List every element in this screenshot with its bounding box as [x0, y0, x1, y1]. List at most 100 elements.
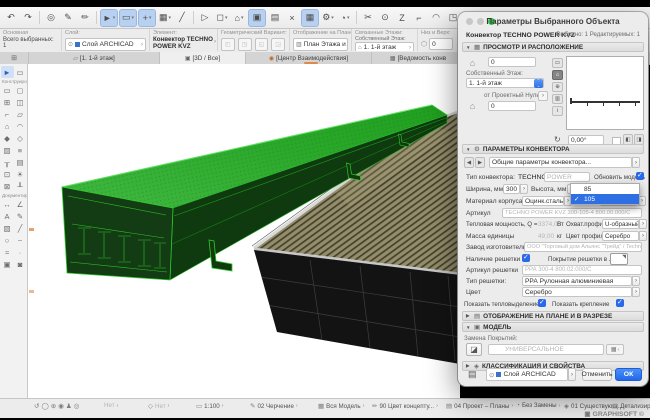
dialog-layer-combo[interactable]: ⊙ Слой ARCHICAD: [486, 368, 568, 381]
column-tool[interactable]: ◫: [14, 96, 27, 108]
move-tool-icon[interactable]: +: [138, 9, 156, 27]
preview-elevation-icon[interactable]: ⌂: [552, 70, 563, 80]
tab-schedule[interactable]: ▦ [Ведомость конв: [372, 52, 464, 64]
column-end-tool[interactable]: ╨: [14, 180, 27, 192]
grid-icon[interactable]: ▦: [301, 9, 319, 27]
point-tool[interactable]: ·: [14, 246, 27, 258]
door-tool[interactable]: ◻: [14, 84, 27, 96]
polyline-tool[interactable]: ~: [14, 234, 27, 246]
height-option-105[interactable]: ✓ 105: [571, 194, 639, 204]
grille-coating-material-button[interactable]: ◥: [610, 253, 628, 265]
floor-plan-display-combo[interactable]: ▥ План Этажа и Разрез...: [293, 38, 348, 51]
statusbar-item-renovation[interactable]: Нет›: [104, 402, 118, 409]
ok-button[interactable]: ОК: [615, 368, 642, 381]
surface-override-field[interactable]: УНИВЕРСАЛЬНОЕ: [488, 344, 604, 355]
width-field[interactable]: 300: [503, 184, 520, 194]
wall-tool[interactable]: ▭: [1, 84, 14, 96]
statusbar-item-override[interactable]: ◔ Без Замены›: [516, 402, 560, 409]
layer-combo[interactable]: ⊙ Слой ARCHICAD ›: [65, 38, 146, 51]
show-mount-checkbox[interactable]: [616, 299, 624, 307]
geometry-variant-4-icon[interactable]: ◲: [271, 38, 285, 51]
drawing-tool[interactable]: ▣: [1, 258, 14, 270]
tab-interaction-center[interactable]: ◉ [Центр Взаимодействия]: [246, 52, 372, 64]
color-chevron[interactable]: [632, 287, 640, 297]
fillet-icon[interactable]: ◠: [428, 10, 444, 26]
shell-tool[interactable]: ◠: [14, 120, 27, 132]
next-page-icon[interactable]: ▶: [475, 157, 485, 168]
skylight-tool[interactable]: ⊠: [1, 180, 14, 192]
zoom-icon[interactable]: ⊕: [51, 402, 56, 410]
corner-icon[interactable]: ⌐: [411, 10, 427, 26]
circle-tool[interactable]: ○: [1, 234, 14, 246]
width-chevron[interactable]: [520, 184, 528, 194]
mesh-tool[interactable]: ▨: [1, 144, 14, 156]
orbit-icon[interactable]: ↺: [34, 402, 39, 410]
guide-lines-icon[interactable]: ╱: [174, 10, 190, 26]
statusbar-item-scale[interactable]: ▭ 1:100›: [196, 402, 223, 410]
cancel-button[interactable]: Отменить: [582, 368, 612, 381]
lamp-tool[interactable]: ☀: [14, 168, 27, 180]
inject-parameters-icon[interactable]: ✎: [60, 10, 76, 26]
geometry-variant-1-icon[interactable]: ◰: [221, 38, 235, 51]
zone-tool[interactable]: ◇: [14, 132, 27, 144]
update-model-checkbox[interactable]: [636, 172, 644, 180]
slab-tool[interactable]: ▱: [14, 108, 27, 120]
elevation-top-field[interactable]: 0: [488, 57, 536, 67]
magnify-icon[interactable]: ◎: [74, 402, 80, 410]
chevron-right-icon[interactable]: ›: [214, 39, 216, 45]
grille-type-chevron[interactable]: [632, 276, 640, 286]
pickup-parameters-icon[interactable]: ◎: [43, 10, 59, 26]
section-preview-positioning[interactable]: ▦ ПРОСМОТР И РАСПОЛОЖЕНИЕ: [462, 42, 644, 52]
profile-combo[interactable]: U-образный: [602, 219, 639, 229]
settings-icon[interactable]: ⚙: [320, 10, 336, 26]
morph-tool[interactable]: ◆: [1, 132, 14, 144]
object-tool[interactable]: ⊡: [1, 168, 14, 180]
trim-icon[interactable]: ✂: [360, 10, 376, 26]
geometry-variant-3-icon[interactable]: ◱: [255, 38, 269, 51]
tab-first-floor[interactable]: ▱ [1. 1-й этаж]: [29, 52, 160, 64]
stair-tool[interactable]: ≡: [14, 144, 27, 156]
color-combo[interactable]: Серебро: [522, 287, 632, 297]
transfer-settings-icon[interactable]: ✏: [77, 10, 93, 26]
color-profile-chevron[interactable]: [639, 231, 647, 241]
section-plan-display[interactable]: ▤ ОТОБРАЖЕНИЕ НА ПЛАНЕ И В РАЗРЕЗЕ: [462, 311, 644, 321]
height-option-85[interactable]: 85: [571, 184, 639, 194]
marquee-tool[interactable]: ▭: [14, 66, 27, 78]
select-icon[interactable]: ▷: [197, 10, 213, 26]
redo-icon[interactable]: ↷: [20, 10, 36, 26]
statusbar-item-pen[interactable]: ✎ 02 Черчение›: [250, 402, 298, 410]
railing-tool[interactable]: ╥: [1, 156, 14, 168]
home-story-combo[interactable]: ⌂ 1. 1-й этаж ›: [355, 42, 414, 51]
story-stepper[interactable]: ⌃⌄: [534, 79, 543, 88]
frame-tool-icon[interactable]: ◻: [214, 10, 230, 26]
line-tool[interactable]: ╱: [14, 222, 27, 234]
statusbar-item-penset[interactable]: ✏ 90 Цвет концепту...›: [372, 402, 438, 410]
elevation-field[interactable]: 0: [429, 38, 453, 50]
walk-icon[interactable]: ♟: [66, 402, 72, 410]
roof-tool[interactable]: ⌂: [1, 120, 14, 132]
statusbar-item-mvo[interactable]: ▤ 04 Проект – Планы›: [446, 402, 513, 410]
prev-page-icon[interactable]: ◀: [464, 157, 474, 168]
geometry-variant-2-icon[interactable]: ◳: [238, 38, 252, 51]
text-tool[interactable]: A: [1, 210, 14, 222]
home-story-combo[interactable]: 1. 1-й этаж: [466, 78, 544, 88]
section-model[interactable]: ▣ МОДЕЛЬ: [462, 322, 644, 332]
statusbar-item-detail[interactable]: ◳ Детализированна...: [612, 402, 650, 410]
tab-3d-all[interactable]: ▣ [3D / Все]: [160, 52, 246, 64]
dimension-tool[interactable]: ↔: [1, 198, 14, 210]
preview-info-icon[interactable]: i: [552, 106, 563, 116]
color-profile-combo[interactable]: Серебро: [602, 231, 639, 241]
curtain-wall-tool[interactable]: ▤: [14, 156, 27, 168]
material-combo[interactable]: Оцинк.сталь: [522, 196, 564, 206]
preview-plan-icon[interactable]: ▭: [552, 58, 563, 68]
surface-picker-button[interactable]: ▦ ›: [606, 344, 624, 355]
undo-icon[interactable]: ↶: [3, 10, 19, 26]
arrow-tool[interactable]: ►: [1, 66, 14, 78]
statusbar-item-filter[interactable]: ◇ Нет›: [148, 402, 169, 410]
elevation-bottom-field[interactable]: 0: [488, 101, 536, 111]
datum-chevron-icon[interactable]: ›: [538, 91, 548, 101]
delete-icon[interactable]: ×: [284, 10, 300, 26]
preview-section-icon-btn[interactable]: ▥: [552, 94, 563, 104]
section-convector-parameters[interactable]: ⚙ ПАРАМЕТРЫ КОНВЕКТОРА: [462, 144, 644, 154]
beam-tool[interactable]: ⌐: [1, 108, 14, 120]
